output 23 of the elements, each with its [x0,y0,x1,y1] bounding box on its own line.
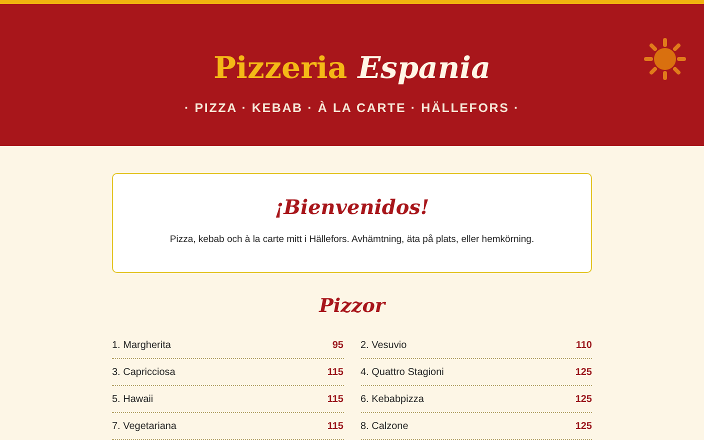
welcome-heading: ¡Bienvenidos! [274,195,430,219]
pizza-name: 6. Kebabpizza [360,394,424,404]
pizza-name: 7. Vegetariana [112,420,176,432]
pizza-price: 125 [575,420,592,432]
pizza-price: 95 [332,340,344,350]
pizza-price: 115 [327,366,344,378]
pizza-name: 2. Vesuvio [360,340,407,350]
tagline: · PIZZA · KEBAB · À LA CARTE · HÄLLEFORS · [184,101,520,115]
pizza-name: 4. Quattro Stagioni [360,366,444,378]
pizza-price: 110 [576,340,592,350]
sun-icon [644,38,686,80]
site-title: Pizzeria [213,51,348,86]
pizza-name: 8. Calzone [360,420,408,432]
pizza-name: 3. Capricciosa [112,366,176,378]
menu-heading: Pizzor [319,295,385,317]
pizza-name: 1. Margherita [112,340,171,350]
pizza-price: 115 [327,394,344,404]
pizza-price: 125 [575,366,592,378]
pizza-name: 5. Hawaii [112,394,154,404]
pizza-price: 125 [575,394,592,404]
welcome-text: Pizza, kebab och à la carte mitt i Hällefors. Avhämtning, äta på plats, eller hemkörning. [170,234,534,245]
pizza-price: 115 [327,420,344,432]
site-title: Espania [358,51,491,86]
